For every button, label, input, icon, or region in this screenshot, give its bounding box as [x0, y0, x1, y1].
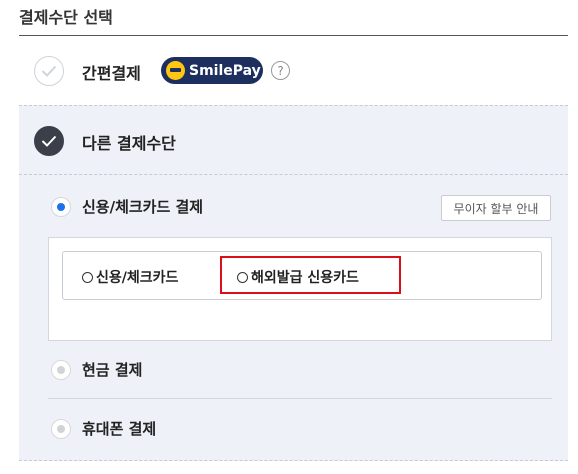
panel-divider: [19, 174, 568, 175]
cash-label: 현금 결제: [82, 361, 143, 379]
simple-pay-label: 간편결제: [82, 64, 141, 83]
mobile-radio[interactable]: [51, 419, 71, 439]
simple-pay-row[interactable]: 간편결제 SmilePay ?: [19, 36, 568, 106]
simple-pay-check-icon[interactable]: [34, 56, 64, 86]
card-option-box: 신용/체크카드 해외발급 신용카드: [48, 237, 552, 341]
other-methods-panel: 다른 결제수단 신용/체크카드 결제 무이자 할부 안내 신용/체크카드 해외발…: [19, 105, 568, 461]
mobile-label: 휴대폰 결제: [82, 420, 157, 438]
smilepay-logo-text: SmilePay: [189, 62, 261, 79]
overseas-card-highlight: [220, 256, 401, 294]
smile-face-icon: [166, 61, 185, 80]
domestic-card-label: 신용/체크카드: [96, 270, 179, 286]
credit-card-radio[interactable]: [51, 197, 71, 217]
other-methods-label: 다른 결제수단: [82, 134, 176, 153]
installment-info-button[interactable]: 무이자 할부 안내: [441, 195, 551, 221]
credit-card-label: 신용/체크카드 결제: [82, 198, 204, 216]
radio-ring-icon: [82, 271, 93, 283]
help-icon[interactable]: ?: [271, 61, 290, 80]
smilepay-logo: SmilePay: [161, 57, 263, 84]
section-title: 결제수단 선택: [19, 8, 113, 27]
card-option-group: 신용/체크카드 해외발급 신용카드: [62, 251, 542, 300]
domestic-card-option[interactable]: 신용/체크카드: [82, 267, 178, 287]
method-divider: [48, 398, 552, 399]
other-methods-check-icon[interactable]: [34, 126, 64, 156]
cash-radio[interactable]: [51, 360, 71, 380]
